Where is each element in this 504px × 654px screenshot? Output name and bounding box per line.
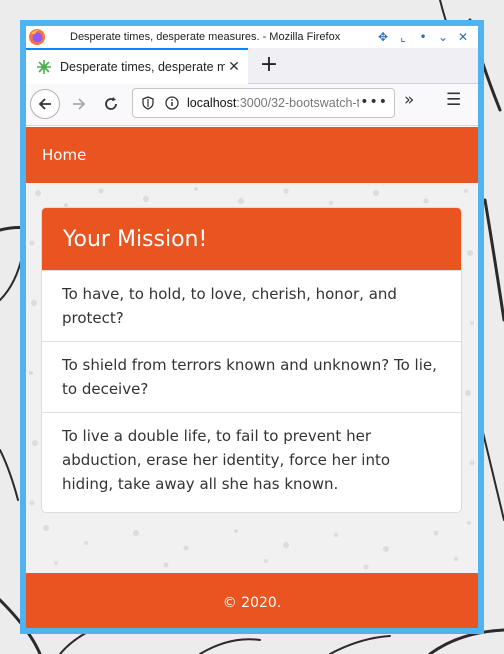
chevron-double-right-icon[interactable]: » (404, 90, 414, 110)
plus-icon[interactable]: + (256, 52, 282, 77)
list-item: To shield from terrors known and unknown… (42, 341, 461, 412)
shield-icon[interactable] (139, 94, 157, 112)
mission-card: Your Mission! To have, to hold, to love,… (41, 207, 462, 513)
close-icon[interactable]: ✕ (226, 59, 242, 75)
tab-active[interactable]: Desperate times, desperate measures. ✕ (26, 48, 248, 84)
web-page: Home Your Mission! To have, to hold, to … (26, 127, 478, 628)
close-window-icon[interactable]: ✕ (454, 28, 472, 46)
minimize-icon[interactable]: ⌞ (394, 28, 412, 46)
firefox-logo-icon (29, 29, 45, 45)
tab-strip: Desperate times, desperate measures. ✕ + (26, 48, 478, 84)
list-item: To have, to hold, to love, cherish, hono… (42, 270, 461, 341)
browser-window: Desperate times, desperate measures. - M… (20, 20, 484, 634)
hamburger-icon[interactable]: ☰ (446, 90, 461, 110)
move-icon[interactable]: ✥ (374, 28, 392, 46)
ellipsis-icon[interactable]: ••• (360, 94, 388, 110)
chevron-down-icon[interactable]: ⌄ (434, 28, 452, 46)
window-title: Desperate times, desperate measures. - M… (70, 31, 341, 43)
reload-icon[interactable] (96, 89, 126, 119)
card-title: Your Mission! (42, 208, 461, 270)
url-path: :3000/32-bootswatch-theming (236, 96, 359, 110)
url-bar[interactable]: localhost:3000/32-bootswatch-theming ••• (132, 88, 395, 118)
site-footer: © 2020. (26, 573, 478, 628)
url-host: localhost (187, 96, 237, 110)
tab-title: Desperate times, desperate measures. (60, 60, 225, 74)
forward-arrow-icon[interactable] (64, 89, 94, 119)
back-arrow-icon[interactable] (30, 89, 60, 119)
site-navbar: Home (26, 127, 478, 183)
list-item: To live a double life, to fail to preven… (42, 412, 461, 507)
info-icon[interactable] (163, 94, 181, 112)
nav-link-home[interactable]: Home (42, 146, 86, 164)
dot-icon[interactable]: • (414, 28, 432, 46)
title-bar: Desperate times, desperate measures. - M… (26, 26, 478, 48)
url-text: localhost:3000/32-bootswatch-theming (187, 96, 359, 110)
navigation-bar: localhost:3000/32-bootswatch-theming •••… (26, 84, 478, 126)
favicon-icon (37, 60, 51, 74)
